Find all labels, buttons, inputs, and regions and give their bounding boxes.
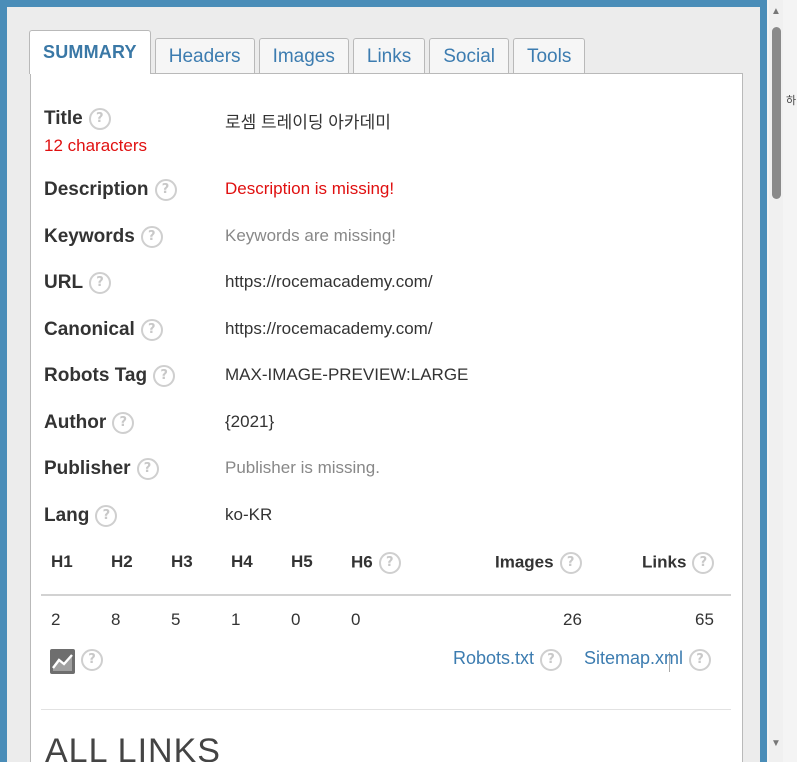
h5-count: 0 bbox=[291, 610, 301, 629]
all-links-heading: ALL LINKS bbox=[45, 732, 221, 762]
description-label: Description? bbox=[44, 179, 177, 201]
help-icon[interactable]: ? bbox=[692, 552, 715, 574]
keywords-label: Keywords? bbox=[44, 226, 163, 248]
help-icon[interactable]: ? bbox=[153, 365, 176, 387]
help-icon[interactable]: ? bbox=[378, 552, 401, 574]
headings-header-row: H1 H2 H3 H4 H5 H6? Images? Links? bbox=[41, 552, 731, 582]
h2-header: H2 bbox=[111, 552, 133, 571]
robots-tag-value: MAX-IMAGE-PREVIEW:LARGE bbox=[225, 365, 469, 384]
chart-icon[interactable] bbox=[50, 649, 75, 674]
scroll-up-arrow-icon[interactable]: ▲ bbox=[769, 6, 783, 20]
section-divider bbox=[41, 709, 731, 710]
canonical-label: Canonical? bbox=[44, 319, 163, 341]
h3-count: 5 bbox=[171, 610, 181, 629]
tab-links[interactable]: Links bbox=[352, 38, 426, 74]
summary-panel: Title? 12 characters 로셈 트레이딩 아카데미 Descri… bbox=[30, 73, 743, 762]
tab-headers[interactable]: Headers bbox=[154, 38, 255, 74]
h5-header: H5 bbox=[291, 552, 313, 571]
h3-header: H3 bbox=[171, 552, 193, 571]
robots-txt-group: Robots.txt? bbox=[453, 648, 563, 671]
help-icon[interactable]: ? bbox=[88, 108, 111, 130]
help-icon[interactable]: ? bbox=[95, 505, 118, 527]
author-label: Author? bbox=[44, 412, 135, 434]
tab-images[interactable]: Images bbox=[258, 38, 349, 74]
tab-bar: SUMMARY Headers Images Links Social Tool… bbox=[29, 30, 589, 74]
help-icon[interactable]: ? bbox=[136, 458, 159, 480]
help-icon[interactable]: ? bbox=[81, 649, 103, 671]
url-label: URL? bbox=[44, 272, 112, 294]
help-icon[interactable]: ? bbox=[689, 648, 712, 671]
h6-count: 0 bbox=[351, 610, 361, 629]
help-icon[interactable]: ? bbox=[540, 648, 563, 671]
links-count: 65 bbox=[695, 610, 714, 629]
headings-divider bbox=[41, 594, 731, 596]
robots-tag-label: Robots Tag? bbox=[44, 365, 176, 387]
help-icon[interactable]: ? bbox=[140, 226, 163, 248]
keywords-value: Keywords are missing! bbox=[225, 226, 397, 245]
author-value: {2021} bbox=[225, 412, 275, 431]
help-icon[interactable]: ? bbox=[112, 412, 135, 434]
h1-count: 2 bbox=[51, 610, 61, 629]
canonical-value: https://rocemacademy.com/ bbox=[225, 319, 433, 338]
h6-header: H6? bbox=[351, 552, 401, 574]
h4-count: 1 bbox=[231, 610, 241, 629]
footer-row: ? Robots.txt? Sitemap.xml? bbox=[41, 646, 731, 676]
publisher-value: Publisher is missing. bbox=[225, 458, 380, 477]
publisher-label: Publisher? bbox=[44, 458, 159, 480]
scrollbar-thumb[interactable] bbox=[772, 27, 781, 199]
sitemap-group: Sitemap.xml? bbox=[584, 648, 712, 671]
help-icon[interactable]: ? bbox=[89, 272, 112, 294]
help-icon[interactable]: ? bbox=[559, 552, 582, 574]
seo-popup: SUMMARY Headers Images Links Social Tool… bbox=[0, 0, 767, 762]
lang-value: ko-KR bbox=[225, 505, 273, 524]
headings-value-row: 2 8 5 1 0 0 26 65 bbox=[41, 610, 731, 634]
robots-txt-link[interactable]: Robots.txt bbox=[453, 648, 534, 668]
lang-label: Lang? bbox=[44, 505, 118, 527]
links-header: Links? bbox=[642, 552, 715, 574]
sitemap-xml-link[interactable]: Sitemap.xml bbox=[584, 648, 683, 668]
url-value: https://rocemacademy.com/ bbox=[225, 272, 433, 291]
title-value: 로셈 트레이딩 아카데미 bbox=[225, 113, 391, 132]
popup-content: SUMMARY Headers Images Links Social Tool… bbox=[7, 7, 760, 762]
help-icon[interactable]: ? bbox=[154, 179, 177, 201]
scroll-down-arrow-icon[interactable]: ▼ bbox=[769, 738, 783, 752]
background-text: 하 bbox=[786, 95, 797, 107]
images-count: 26 bbox=[563, 610, 582, 629]
description-value: Description is missing! bbox=[225, 179, 395, 198]
tab-social[interactable]: Social bbox=[429, 38, 509, 74]
title-char-count: 12 characters bbox=[44, 136, 147, 155]
tab-summary[interactable]: SUMMARY bbox=[29, 30, 151, 74]
h2-count: 8 bbox=[111, 610, 121, 629]
help-icon[interactable]: ? bbox=[140, 319, 163, 341]
title-label: Title? bbox=[44, 108, 111, 130]
h4-header: H4 bbox=[231, 552, 253, 571]
h1-header: H1 bbox=[51, 552, 73, 571]
tab-tools[interactable]: Tools bbox=[512, 38, 586, 74]
images-header: Images? bbox=[495, 552, 582, 574]
